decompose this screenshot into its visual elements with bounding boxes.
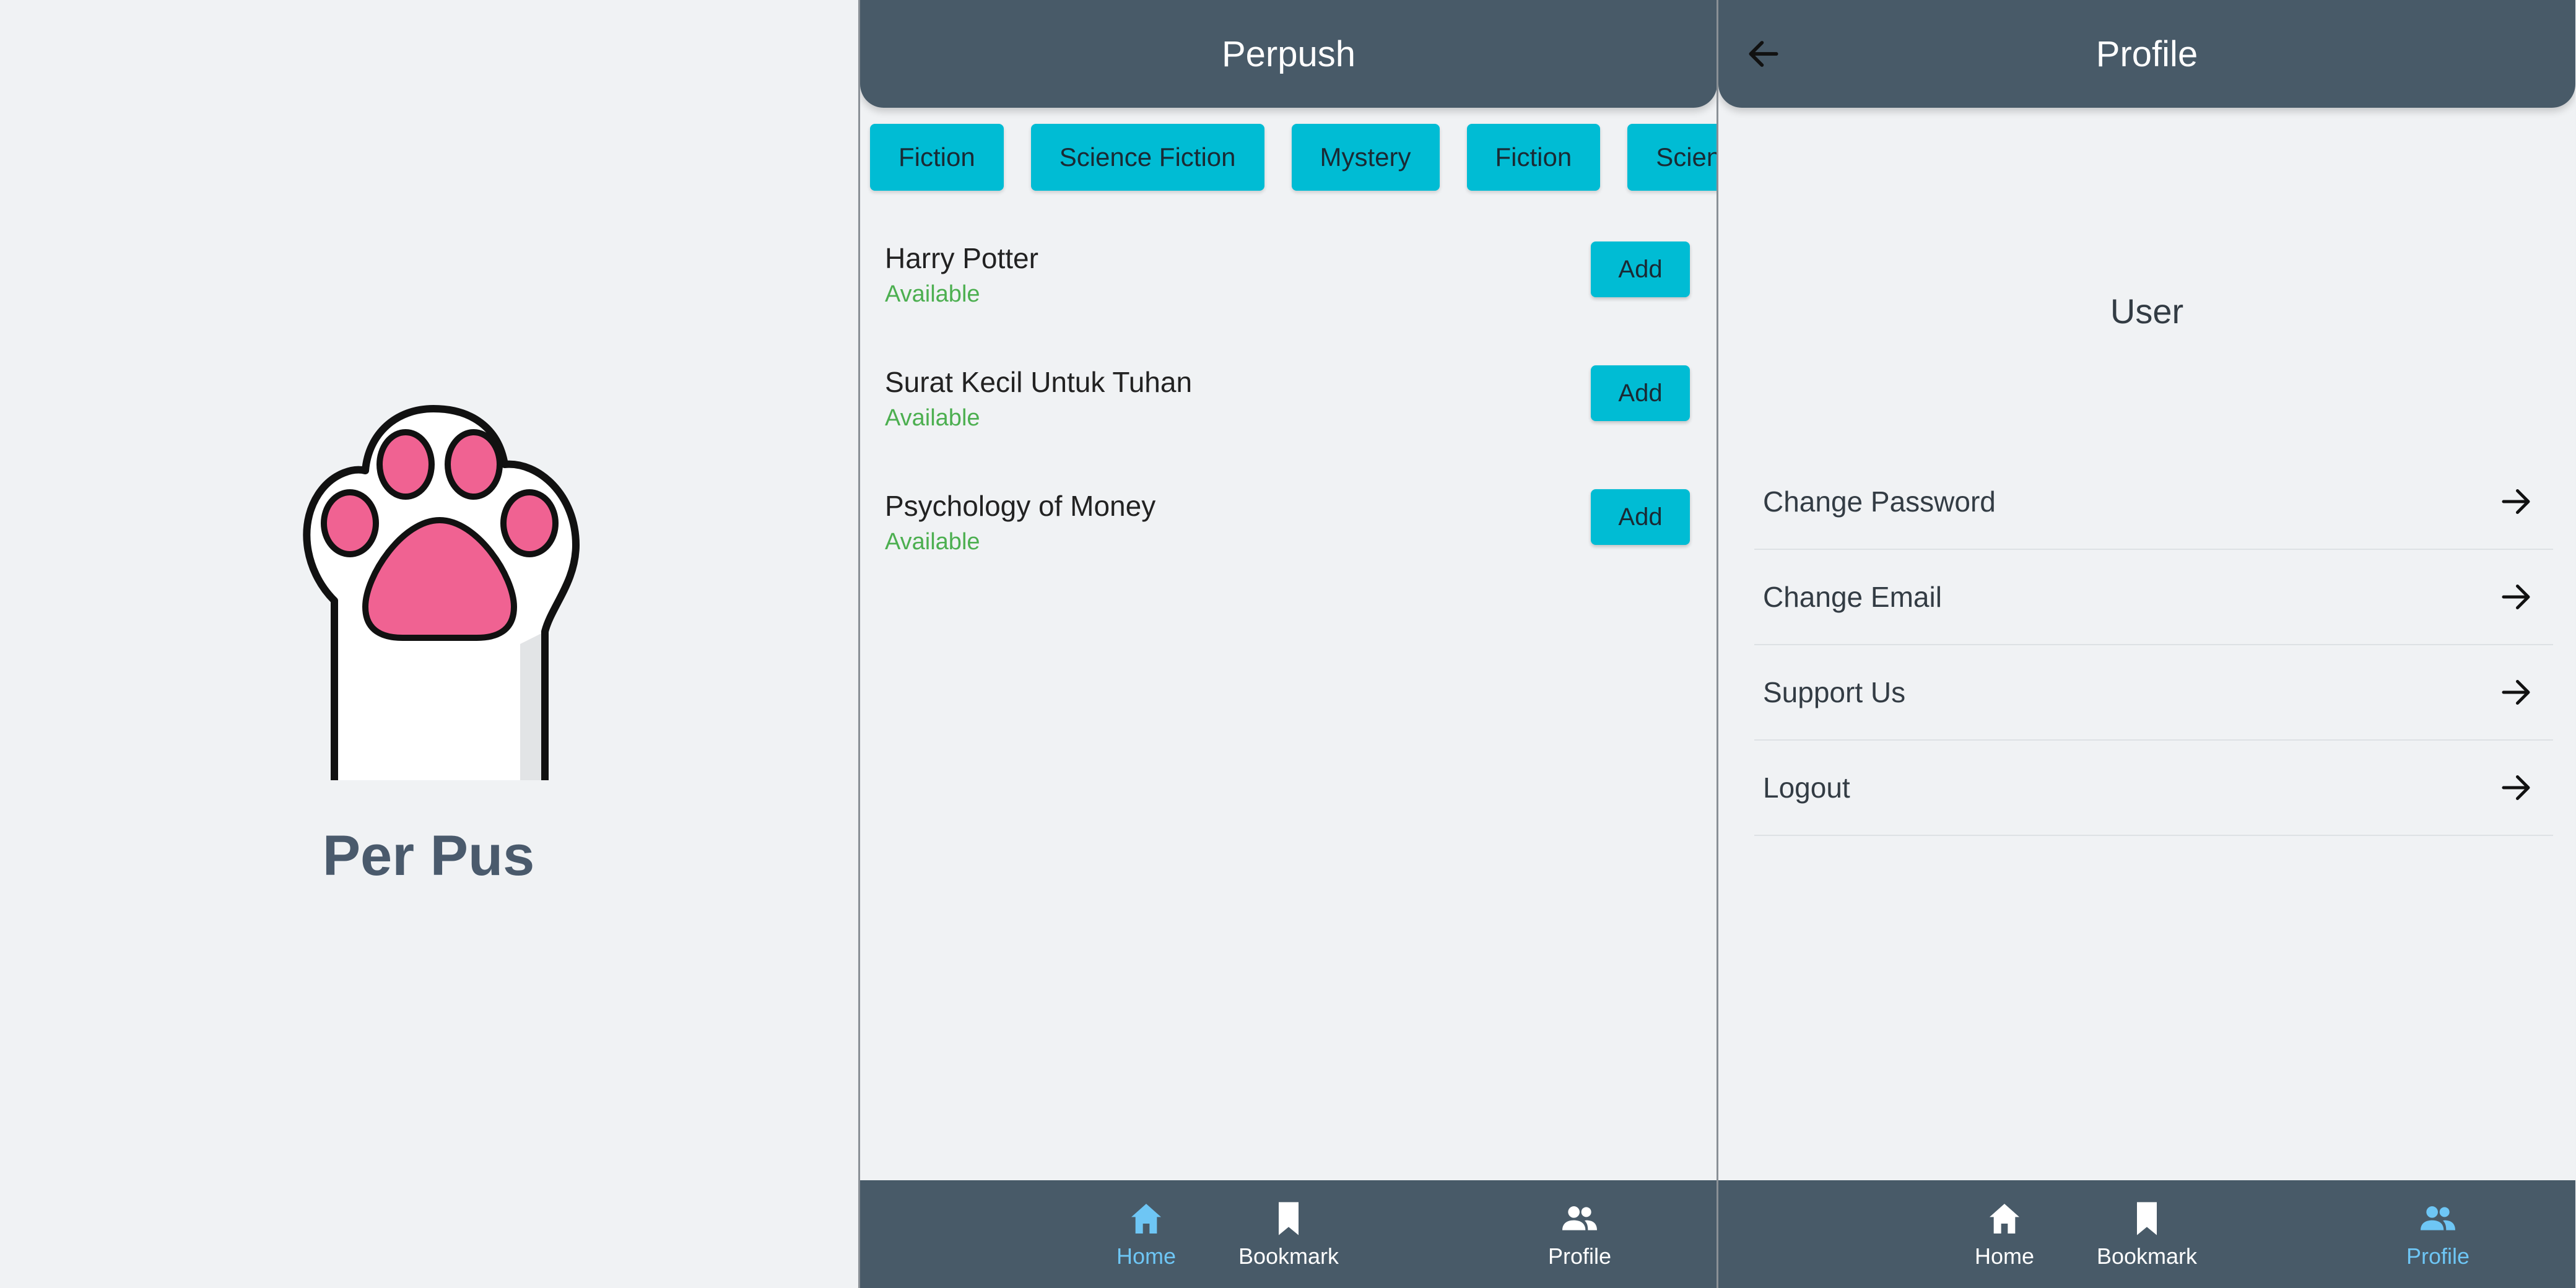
app-name: Per Pus [322, 824, 535, 887]
category-chip[interactable]: Science [1627, 124, 1717, 191]
category-chips: Fiction Science Fiction Mystery Fiction … [870, 124, 1717, 191]
list-item: Surat Kecil Untuk Tuhan Available Add [885, 365, 1690, 458]
page-title: Perpush [1221, 33, 1356, 74]
profile-menu: Change Password Change Email Support Us … [1754, 455, 2553, 836]
nav-label: Bookmark [2096, 1243, 2198, 1269]
app-bar: Perpush [860, 0, 1717, 108]
list-item: Psychology of Money Available Add [885, 489, 1690, 582]
arrow-left-icon[interactable] [1744, 35, 1783, 73]
category-chip[interactable]: Fiction [870, 124, 1004, 191]
nav-profile[interactable]: Profile [2345, 1199, 2531, 1269]
add-button[interactable]: Add [1591, 365, 1690, 421]
arrow-right-icon [2502, 775, 2530, 800]
menu-support-us[interactable]: Support Us [1754, 645, 2553, 741]
nav-label: Bookmark [1238, 1243, 1339, 1269]
menu-change-email[interactable]: Change Email [1754, 550, 2553, 645]
menu-label: Change Password [1763, 485, 1996, 518]
bottom-nav: Home Bookmark Profile [1718, 1180, 2575, 1288]
category-chip[interactable]: Mystery [1291, 124, 1440, 191]
user-name: User [2110, 292, 2184, 331]
people-icon [1562, 1206, 1597, 1230]
page-title: Profile [2095, 33, 2198, 74]
add-button[interactable]: Add [1591, 489, 1690, 545]
nav-label: Profile [2406, 1243, 2470, 1269]
profile-screen: Profile User Change Password Change Emai… [1717, 0, 2575, 1288]
book-title: Harry Potter [885, 242, 1038, 274]
list-item: Harry Potter Available Add [885, 242, 1690, 334]
menu-label: Logout [1763, 772, 1850, 804]
nav-bookmark[interactable]: Bookmark [1196, 1199, 1382, 1269]
home-icon [1990, 1204, 2019, 1234]
home-icon [1131, 1204, 1161, 1234]
bookmark-icon [1279, 1202, 1299, 1235]
menu-label: Support Us [1763, 676, 1906, 708]
book-status: Available [885, 529, 980, 555]
home-screen: Perpush Fiction Science Fiction Mystery … [858, 0, 1717, 1288]
nav-profile[interactable]: Profile [1487, 1199, 1673, 1269]
arrow-right-icon [2502, 585, 2530, 609]
bookmark-icon [2137, 1202, 2157, 1235]
book-title: Psychology of Money [885, 490, 1156, 522]
book-title: Surat Kecil Untuk Tuhan [885, 366, 1193, 398]
menu-logout[interactable]: Logout [1754, 741, 2553, 836]
nav-label: Profile [1547, 1243, 1612, 1269]
book-status: Available [885, 281, 980, 307]
arrow-right-icon [2502, 489, 2530, 514]
add-button[interactable]: Add [1591, 242, 1690, 297]
paw-icon [291, 396, 594, 793]
app-bar: Profile [1718, 0, 2575, 108]
splash-screen: Per Pus [0, 0, 857, 1288]
book-status: Available [885, 405, 980, 431]
category-chip[interactable]: Fiction [1466, 124, 1601, 191]
bottom-nav: Home Bookmark Profile [860, 1180, 1717, 1288]
people-icon [2421, 1206, 2455, 1230]
nav-bookmark[interactable]: Bookmark [2054, 1199, 2240, 1269]
menu-label: Change Email [1763, 581, 1942, 613]
arrow-right-icon [2502, 680, 2530, 705]
menu-change-password[interactable]: Change Password [1754, 455, 2553, 550]
category-chip[interactable]: Science Fiction [1030, 124, 1264, 191]
